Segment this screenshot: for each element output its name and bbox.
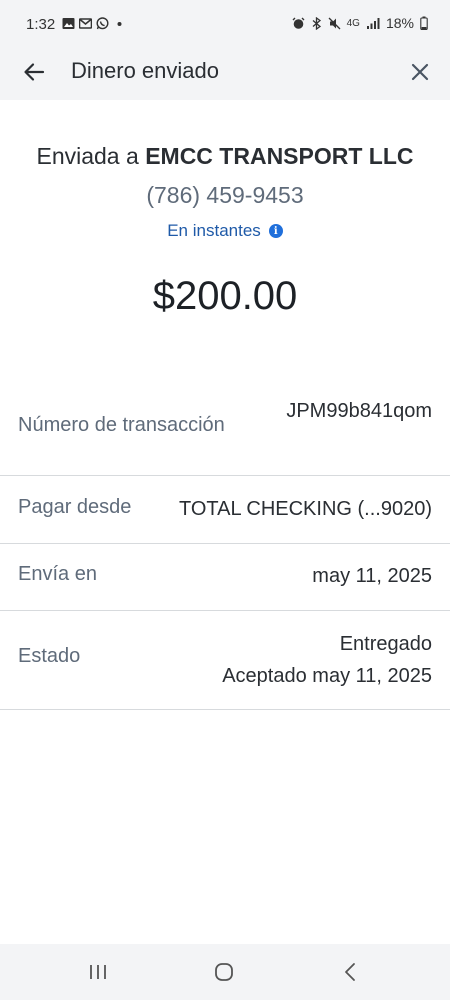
recipient-name: EMCC TRANSPORT LLC — [145, 143, 414, 169]
alarm-icon — [292, 17, 305, 29]
recipient-prefix: Enviada a — [36, 143, 139, 169]
page-title: Dinero enviado — [71, 58, 219, 83]
recipient-line: Enviada a EMCC TRANSPORT LLC — [0, 143, 450, 170]
send-date-value: may 11, 2025 — [312, 565, 432, 587]
recent-apps-button[interactable] — [78, 958, 118, 986]
system-nav-bar — [0, 944, 450, 1000]
detail-row-status: Estado Entregado Aceptado may 11, 2025 — [0, 611, 450, 710]
signal-icon — [366, 17, 380, 29]
close-icon — [411, 63, 429, 81]
status-notification-icons — [62, 17, 126, 30]
gallery-icon — [62, 18, 75, 29]
home-button[interactable] — [204, 958, 244, 986]
transaction-value: JPM99b841qom — [286, 400, 432, 422]
delivery-timing-text: En instantes — [167, 221, 261, 240]
transfer-details: Número de transacción JPM99b841qom Pagar… — [0, 382, 450, 710]
status-label: Estado — [18, 645, 81, 667]
gmail-icon — [79, 18, 92, 29]
mute-icon — [328, 17, 341, 29]
status-accepted-date: Aceptado may 11, 2025 — [222, 665, 432, 687]
home-icon — [215, 963, 233, 981]
detail-row-transaction: Número de transacción JPM99b841qom — [0, 382, 450, 476]
sent-amount: $200.00 — [152, 274, 298, 318]
detail-row-send-date: Envía en may 11, 2025 — [0, 544, 450, 611]
pay-from-label: Pagar desde — [18, 496, 132, 518]
delivery-timing: En instantes i — [0, 221, 450, 241]
battery-percent: 18% — [385, 15, 414, 31]
status-time: 1:32 — [26, 16, 56, 33]
dot-icon — [117, 22, 122, 26]
recent-apps-icon — [90, 965, 106, 979]
detail-row-pay-from: Pagar desde TOTAL CHECKING (...9020) — [0, 476, 450, 544]
status-value: Entregado — [339, 633, 432, 655]
info-icon[interactable]: i — [268, 224, 283, 238]
back-icon — [345, 963, 355, 981]
send-date-label: Envía en — [18, 563, 97, 585]
close-button[interactable] — [404, 56, 436, 88]
back-arrow-icon — [24, 63, 45, 81]
recipient-phone: (786) 459-9453 — [146, 182, 304, 208]
app-header: Dinero enviado — [0, 44, 450, 100]
bluetooth-icon — [312, 16, 321, 30]
network-type: 4G — [346, 17, 360, 29]
transaction-label: Número de transacción — [18, 414, 225, 436]
battery-icon — [420, 16, 428, 30]
pay-from-value: TOTAL CHECKING (...9020) — [178, 498, 432, 520]
whatsapp-icon — [96, 17, 109, 30]
back-button[interactable] — [18, 56, 50, 88]
nav-back-button[interactable] — [330, 958, 370, 986]
status-system-icons: 4G 18% — [292, 15, 428, 31]
status-bar: 1:32 4G 18% — [0, 0, 450, 44]
